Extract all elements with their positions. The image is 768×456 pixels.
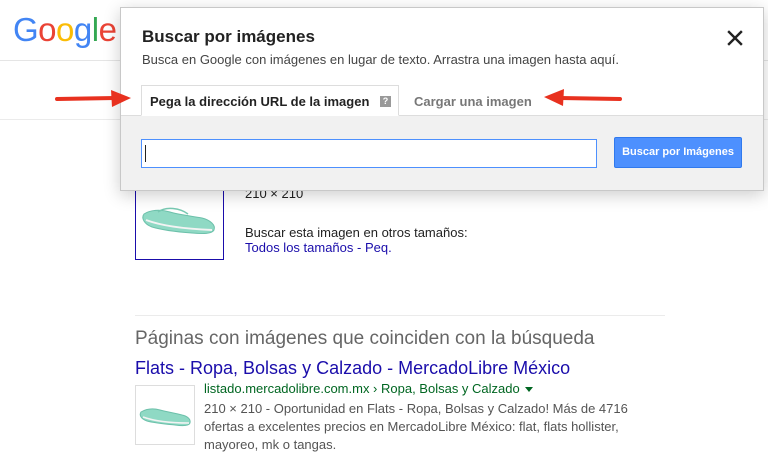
result-snippet: 210 × 210 - Oportunidad en Flats - Ropa,… (204, 401, 628, 452)
tab-upload-image[interactable]: Cargar una imagen (414, 94, 532, 109)
dialog-title: Buscar por imágenes (142, 27, 315, 46)
result-url-text: listado.mercadolibre.com.mx › Ropa, Bols… (204, 381, 520, 396)
tab-paste-url-label: Pega la dirección URL de la imagen (150, 94, 370, 109)
annotation-arrow-right-icon (55, 90, 131, 107)
text-cursor (145, 145, 146, 162)
google-logo[interactable]: Google (13, 11, 117, 49)
logo-letter: o (56, 11, 74, 48)
tab-paste-url[interactable]: Pega la dirección URL de la imagen ? (141, 85, 399, 116)
logo-letter: g (73, 11, 92, 48)
size-link-separator: - (353, 240, 365, 255)
close-icon[interactable] (725, 28, 745, 48)
result-url[interactable]: listado.mercadolibre.com.mx › Ropa, Bols… (204, 381, 533, 396)
all-sizes-link[interactable]: Todos los tamaños (245, 240, 353, 255)
help-icon[interactable]: ? (380, 96, 391, 107)
matching-pages-heading: Páginas con imágenes que coinciden con l… (135, 328, 595, 349)
section-divider (135, 315, 665, 316)
other-sizes-label: Buscar esta imagen en otros tamaños: (245, 225, 468, 240)
logo-letter: e (98, 11, 117, 48)
shoe-image (139, 408, 191, 427)
caret-down-icon[interactable] (524, 387, 533, 393)
small-size-link[interactable]: Peq. (365, 240, 392, 255)
logo-letter: o (38, 11, 57, 48)
size-links: Todos los tamaños - Peq. (245, 240, 392, 255)
dialog-subtitle: Busca en Google con imágenes en lugar de… (142, 52, 619, 67)
image-url-input[interactable] (141, 139, 597, 168)
annotation-arrow-left-icon (544, 89, 622, 106)
result-thumbnail[interactable] (135, 385, 195, 445)
result-title-link[interactable]: Flats - Ropa, Bolsas y Calzado - Mercado… (135, 358, 570, 379)
logo-letter: l (91, 11, 99, 48)
search-by-image-button[interactable]: Buscar por Imágenes (614, 137, 742, 168)
logo-letter: G (13, 11, 39, 48)
